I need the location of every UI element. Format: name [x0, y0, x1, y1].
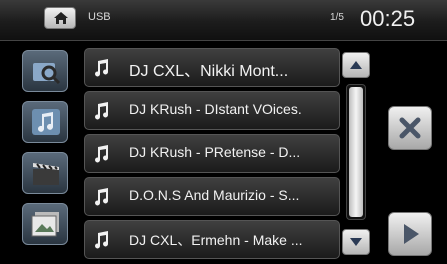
track-row[interactable]: D.O.N.S And Maurizio - S...	[84, 177, 340, 216]
track-list: DJ CXL、Nikki Mont... DJ KRush - DIstant …	[84, 48, 340, 259]
search-folder-icon	[33, 63, 61, 85]
track-title: DJ CXL、Nikki Mont...	[129, 63, 289, 80]
photo-icon	[31, 212, 59, 237]
clapperboard-icon	[33, 163, 59, 185]
track-row[interactable]: DJ KRush - DIstant VOices.	[84, 91, 340, 130]
track-row[interactable]: DJ KRush - PRetense - D...	[84, 134, 340, 173]
music-note-icon	[95, 59, 108, 77]
scroll-down-button[interactable]	[342, 229, 370, 255]
music-icon	[32, 109, 60, 135]
play-button[interactable]	[388, 212, 432, 256]
music-button[interactable]	[22, 101, 68, 143]
clock: 00:25	[360, 6, 416, 31]
music-note-icon	[95, 102, 108, 120]
scrollbar-track[interactable]	[346, 84, 366, 220]
scroll-up-button[interactable]	[342, 52, 370, 78]
music-note-icon	[95, 188, 108, 206]
track-title: D.O.N.S And Maurizio - S...	[129, 187, 300, 203]
photo-button[interactable]	[22, 203, 68, 245]
track-row[interactable]: DJ CXL、Ermehn - Make ...	[84, 220, 340, 259]
page-indicator: 1/5	[330, 12, 344, 23]
scrollbar-thumb[interactable]	[349, 87, 363, 217]
play-icon	[404, 224, 419, 244]
source-label: USB	[88, 11, 111, 23]
home-icon	[54, 12, 68, 24]
search-button[interactable]	[22, 50, 68, 92]
arrow-down-icon	[350, 238, 362, 246]
close-button[interactable]	[388, 106, 432, 150]
track-title: DJ KRush - PRetense - D...	[129, 144, 301, 160]
track-title: DJ KRush - DIstant VOices.	[129, 101, 302, 117]
home-button[interactable]	[44, 7, 76, 29]
arrow-up-icon	[350, 61, 362, 69]
top-bar: USB 1/5 00:25	[0, 0, 447, 41]
track-row[interactable]: DJ CXL、Nikki Mont...	[84, 48, 340, 87]
music-note-icon	[95, 231, 108, 249]
music-note-icon	[95, 145, 108, 163]
video-button[interactable]	[22, 152, 68, 194]
track-title: DJ CXL、Ermehn - Make ...	[129, 232, 303, 248]
close-icon	[399, 117, 421, 139]
